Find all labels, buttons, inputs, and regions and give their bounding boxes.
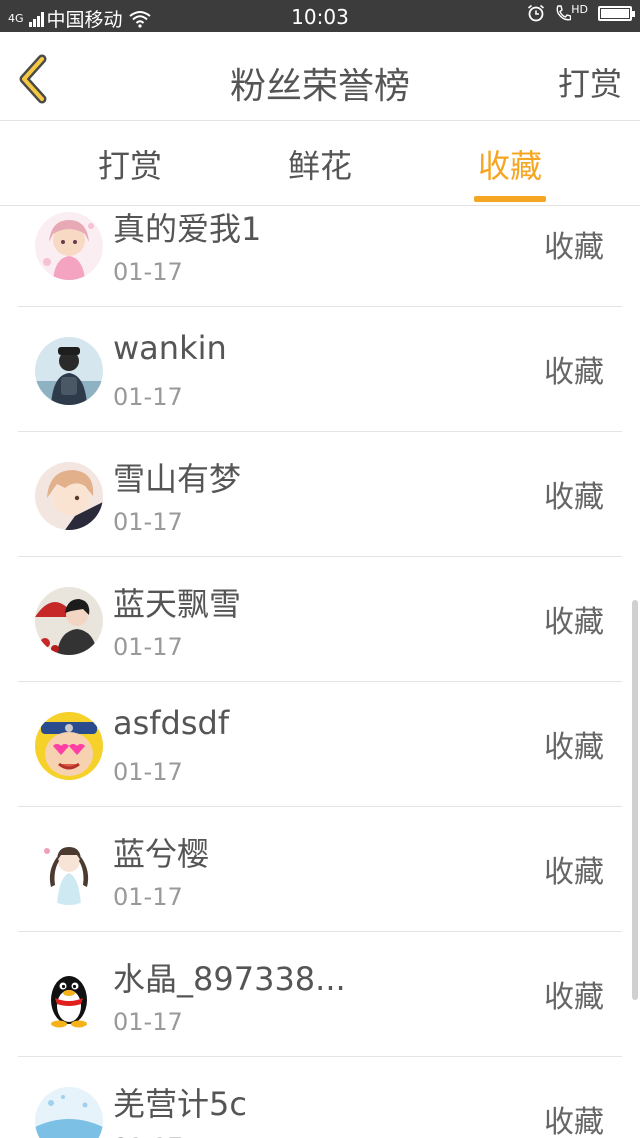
active-tab-indicator — [474, 196, 546, 202]
fan-name: 雪山有梦 — [113, 460, 242, 498]
scrollbar[interactable] — [632, 600, 638, 1000]
avatar — [35, 462, 103, 530]
fan-action-label: 收藏 — [544, 230, 604, 265]
fan-name: 蓝天飘雪 — [113, 585, 242, 623]
status-bar: 4G 中国移动 10:03 HD — [0, 0, 640, 32]
fan-date: 01-17 — [113, 383, 183, 411]
anime-boy-avatar — [35, 462, 103, 530]
fan-name: 羌营计5c — [113, 1085, 247, 1123]
list-item[interactable]: 蓝天飘雪 01-17 收藏 — [18, 557, 622, 682]
list-item[interactable]: 蓝兮樱 01-17 收藏 — [18, 807, 622, 932]
list-item[interactable]: 雪山有梦 01-17 收藏 — [18, 432, 622, 557]
qq-penguin-avatar — [35, 962, 103, 1030]
tab-reward[interactable]: 打赏 — [60, 141, 200, 187]
fan-action-label: 收藏 — [544, 480, 604, 515]
avatar — [35, 587, 103, 655]
fan-date: 01-17 — [113, 258, 183, 286]
list-item[interactable]: asfdsdf 01-17 收藏 — [18, 682, 622, 807]
fan-name: 蓝兮樱 — [113, 835, 210, 873]
avatar — [35, 712, 103, 780]
tab-favorites[interactable]: 收藏 — [440, 141, 580, 187]
avatar — [35, 337, 103, 405]
tab-bar: 打赏 鲜花 收藏 — [0, 121, 640, 205]
fan-date: 01-17 — [113, 1008, 183, 1036]
app-header: 粉丝荣誉榜 打赏 — [0, 32, 640, 120]
fan-action-label: 收藏 — [544, 1105, 604, 1138]
list-item[interactable]: 真的爱我1 01-17 收藏 — [18, 206, 622, 307]
list-item[interactable]: 水晶_897338... 01-17 收藏 — [18, 932, 622, 1057]
boy-with-cap-avatar — [35, 337, 103, 405]
avatar — [35, 962, 103, 1030]
status-right: HD — [527, 2, 635, 22]
tab-flowers[interactable]: 鲜花 — [250, 141, 390, 187]
battery-icon — [598, 5, 635, 21]
avatar — [35, 212, 103, 280]
fan-name: wankin — [113, 329, 227, 367]
naruto-heart-eyes-avatar — [35, 712, 103, 780]
fan-action-label: 收藏 — [544, 355, 604, 390]
fan-date: 01-17 — [113, 1133, 183, 1138]
fan-name: asfdsdf — [113, 704, 230, 742]
avatar — [35, 1087, 103, 1138]
fan-date: 01-17 — [113, 633, 183, 661]
blue-sky-avatar — [35, 1087, 103, 1138]
fan-date: 01-17 — [113, 758, 183, 786]
anime-girl-pink-avatar — [35, 212, 103, 280]
reward-button[interactable]: 打赏 — [558, 59, 622, 105]
fan-action-label: 收藏 — [544, 980, 604, 1015]
fan-date: 01-17 — [113, 508, 183, 536]
anime-girl-twintails-avatar — [35, 837, 103, 905]
hd-label: HD — [571, 2, 588, 16]
avatar — [35, 837, 103, 905]
fan-name: 水晶_897338... — [113, 960, 346, 998]
boy-with-umbrella-avatar — [35, 587, 103, 655]
alarm-icon — [528, 4, 545, 22]
list-item[interactable]: 羌营计5c 01-17 收藏 — [18, 1057, 622, 1138]
fan-name: 真的爱我1 — [113, 210, 262, 248]
hd-call-icon: HD — [555, 2, 588, 22]
fan-date: 01-17 — [113, 883, 183, 911]
list-item[interactable]: wankin 01-17 收藏 — [18, 307, 622, 432]
fan-list[interactable]: 真的爱我1 01-17 收藏 wankin 01-17 收藏 雪山有梦 01-1… — [0, 206, 640, 1138]
page-title: 粉丝荣誉榜 — [229, 66, 410, 107]
fan-action-label: 收藏 — [544, 730, 604, 765]
fan-action-label: 收藏 — [544, 855, 604, 890]
fan-action-label: 收藏 — [544, 605, 604, 640]
